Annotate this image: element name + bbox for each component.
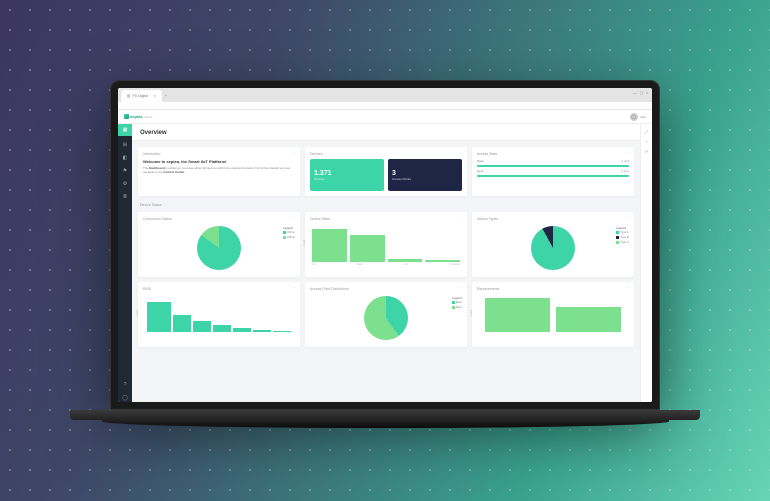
pie-chart: [364, 296, 408, 340]
right-sidebar: ⤢ ≡ ⟳: [640, 124, 652, 402]
stat-label: Access Points: [392, 177, 458, 181]
laptop-base: [70, 410, 700, 450]
sidebar-item-settings[interactable]: ⚙: [121, 180, 129, 188]
access-row: Rear 1 of 1: [477, 169, 629, 173]
card-rssi: RSSI Count: [138, 282, 300, 347]
page-title: Overview: [132, 124, 640, 141]
card-device-state: Device State Count Ok: [305, 212, 467, 277]
card-heading: Devices: [310, 152, 462, 156]
stat-access-points[interactable]: 3 Access Points: [388, 159, 462, 191]
card-heading: Replacements: [477, 287, 629, 291]
sidebar-item-devices[interactable]: ⊞: [121, 141, 129, 149]
user-icon: ◯: [631, 114, 635, 119]
tab-favicon: ▥: [127, 94, 130, 98]
breadcrumb[interactable]: Home: [144, 115, 152, 119]
logo-mark-icon: [124, 114, 129, 119]
card-heading: Information: [143, 152, 295, 156]
card-menu-icon[interactable]: ⋯: [459, 285, 463, 290]
card-replacements: Replacements Count ⋯: [472, 282, 634, 347]
stat-devices[interactable]: 1.371 Devices: [310, 159, 384, 191]
card-menu-icon[interactable]: ⋯: [626, 150, 630, 155]
welcome-text: Welcome to seplea, the Smart IIoT Platfo…: [143, 159, 295, 164]
stat-label: Devices: [314, 177, 380, 181]
pie-chart: [531, 226, 575, 270]
brand-name: seplea: [130, 114, 142, 119]
left-sidebar: ▦ ⊞ ◧ ⚑ ⚙ ≣ ? ◯: [118, 124, 132, 402]
card-menu-icon[interactable]: ⋯: [459, 150, 463, 155]
card-menu-icon[interactable]: ⋯: [626, 215, 630, 220]
filter-icon[interactable]: ≡: [644, 138, 650, 144]
section-label: Device Status: [138, 201, 634, 207]
bar-chart: [479, 294, 627, 332]
main-content: Overview Information Welcome to seplea, …: [132, 124, 640, 402]
sidebar-item-map[interactable]: ◧: [121, 154, 129, 162]
tab-close-icon[interactable]: ×: [154, 94, 156, 98]
bar-chart: [312, 224, 460, 262]
avatar[interactable]: ◯: [630, 113, 638, 121]
card-menu-icon[interactable]: ⋯: [459, 215, 463, 220]
card-heading: RSSI: [143, 287, 295, 291]
tab-title: PD Digital: [132, 94, 148, 98]
window-maximize-icon[interactable]: ▢: [640, 91, 643, 99]
laptop-mockup: ▥ PD Digital × + — ▢ × s: [110, 80, 660, 450]
y-axis-label: Count: [470, 309, 473, 316]
window-close-icon[interactable]: ×: [646, 91, 648, 99]
refresh-icon[interactable]: ⟳: [644, 148, 650, 154]
card-heading: Access Point Distribution: [310, 287, 462, 291]
sidebar-item-account[interactable]: ◯: [121, 394, 129, 402]
card-heading: Access State: [477, 152, 629, 156]
card-access-state: Access State Back 1 of 1 Rear 1 of 1: [472, 147, 634, 196]
sidebar-item-help[interactable]: ?: [121, 381, 129, 389]
card-information: Information Welcome to seplea, the Smart…: [138, 147, 300, 196]
app-header: seplea Home ◯ User: [118, 110, 652, 124]
card-heading: Device State: [310, 217, 462, 221]
card-device-types: Device Types Legend Type A Type B Type C: [472, 212, 634, 277]
x-axis: Ok Warn Err Unknown: [310, 262, 462, 266]
card-menu-icon[interactable]: ⋯: [292, 150, 296, 155]
browser-tab-strip: ▥ PD Digital × + — ▢ ×: [118, 88, 652, 102]
window-minimize-icon[interactable]: —: [633, 91, 637, 99]
pie-chart: [197, 226, 241, 270]
expand-icon[interactable]: ⤢: [644, 128, 650, 134]
y-axis-label: Count: [303, 239, 306, 246]
access-row: Back 1 of 1: [477, 159, 629, 163]
browser-address-bar[interactable]: [118, 102, 652, 110]
sidebar-item-logs[interactable]: ≣: [121, 193, 129, 201]
chart-legend: Legend Online Offline: [283, 226, 295, 240]
card-devices-summary: Devices 1.371 Devices 3 Access Points: [305, 147, 467, 196]
user-name: User: [640, 115, 646, 119]
stat-value: 1.371: [314, 170, 380, 177]
card-heading: Connection Status: [143, 217, 295, 221]
card-menu-icon[interactable]: ⋯: [292, 215, 296, 220]
sidebar-item-alerts[interactable]: ⚑: [121, 167, 129, 175]
card-menu-icon[interactable]: ⋯: [626, 285, 630, 290]
sidebar-item-dashboard[interactable]: ▦: [118, 124, 132, 136]
y-axis-label: Count: [136, 309, 139, 316]
stat-value: 3: [392, 170, 458, 177]
bar-chart: [147, 294, 291, 332]
brand-logo[interactable]: seplea: [124, 114, 142, 119]
chart-legend: Legend Type A Type B Type C: [616, 226, 629, 245]
new-tab-button[interactable]: +: [162, 90, 170, 102]
browser-tab[interactable]: ▥ PD Digital ×: [121, 90, 162, 102]
info-description: The Dashboard provides an overview about…: [143, 166, 295, 174]
card-access-point-distribution: Access Point Distribution Legend Back Re…: [305, 282, 467, 347]
card-menu-icon[interactable]: ⋯: [292, 285, 296, 290]
chart-legend: Legend Back Rear: [452, 296, 462, 310]
card-connection-status: Connection Status Legend Online Offline …: [138, 212, 300, 277]
card-heading: Device Types: [477, 217, 629, 221]
